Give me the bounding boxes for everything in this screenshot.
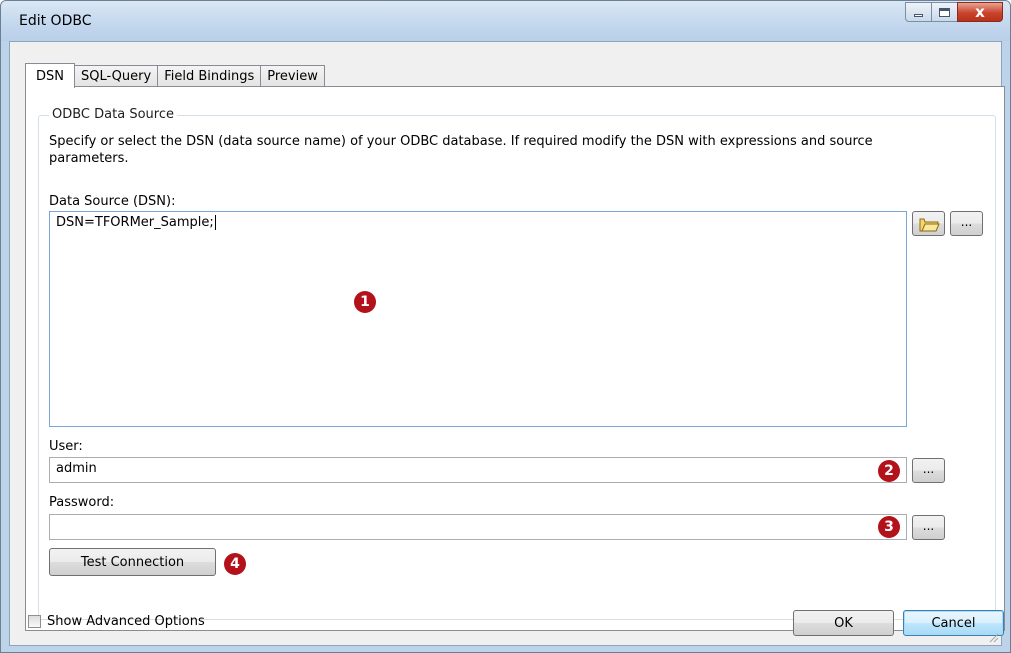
tab-field-bindings[interactable]: Field Bindings <box>157 65 262 87</box>
dsn-label: Data Source (DSN): <box>49 194 176 209</box>
maximize-button[interactable] <box>931 2 958 22</box>
annotation-marker-3: 3 <box>878 516 900 538</box>
dsn-tab-panel: ODBC Data Source Specify or select the D… <box>25 86 1005 631</box>
folder-open-icon <box>919 218 940 231</box>
password-label: Password: <box>49 495 115 510</box>
dsn-textarea[interactable]: DSN=TFORMer_Sample; <box>49 211 907 427</box>
user-input[interactable]: admin <box>49 457 907 483</box>
show-advanced-label: Show Advanced Options <box>47 614 205 629</box>
tab-sql-query[interactable]: SQL-Query <box>74 65 159 87</box>
password-ellipsis-button[interactable]: ... <box>912 515 945 540</box>
show-advanced-checkbox[interactable] <box>28 615 41 628</box>
close-icon: x <box>975 2 985 21</box>
annotation-marker-1: 1 <box>354 291 376 313</box>
group-title: ODBC Data Source <box>49 107 177 122</box>
minimize-icon <box>914 14 923 17</box>
minimize-button[interactable] <box>905 2 932 22</box>
dialog-client-area: DSN SQL-Query Field Bindings Preview ODB… <box>9 41 1005 646</box>
edit-odbc-window: Edit ODBC x DSN SQL-Query Field Bindings… <box>0 0 1011 653</box>
tab-dsn[interactable]: DSN <box>25 63 75 88</box>
resize-grip-icon[interactable] <box>987 631 999 643</box>
tab-preview[interactable]: Preview <box>260 65 325 87</box>
password-input[interactable] <box>49 514 907 540</box>
user-ellipsis-button[interactable]: ... <box>912 458 945 483</box>
window-title: Edit ODBC <box>19 13 92 29</box>
user-label: User: <box>49 439 83 454</box>
dsn-value: DSN=TFORMer_Sample; <box>56 215 214 230</box>
annotation-marker-2: 2 <box>878 460 900 482</box>
tab-strip: DSN SQL-Query Field Bindings Preview <box>25 62 325 88</box>
test-connection-button[interactable]: Test Connection <box>49 548 216 576</box>
caption-buttons: x <box>905 2 1003 22</box>
ok-button[interactable]: OK <box>793 610 894 636</box>
show-advanced-options[interactable]: Show Advanced Options <box>28 614 205 629</box>
title-bar[interactable]: Edit ODBC x <box>1 1 1010 41</box>
description-text: Specify or select the DSN (data source n… <box>49 134 873 166</box>
text-caret <box>214 215 216 230</box>
dsn-ellipsis-button[interactable]: ... <box>950 211 983 236</box>
annotation-marker-4: 4 <box>224 553 246 575</box>
close-button[interactable]: x <box>957 2 1003 22</box>
browse-dsn-button[interactable] <box>912 211 945 236</box>
maximize-icon <box>939 7 950 17</box>
